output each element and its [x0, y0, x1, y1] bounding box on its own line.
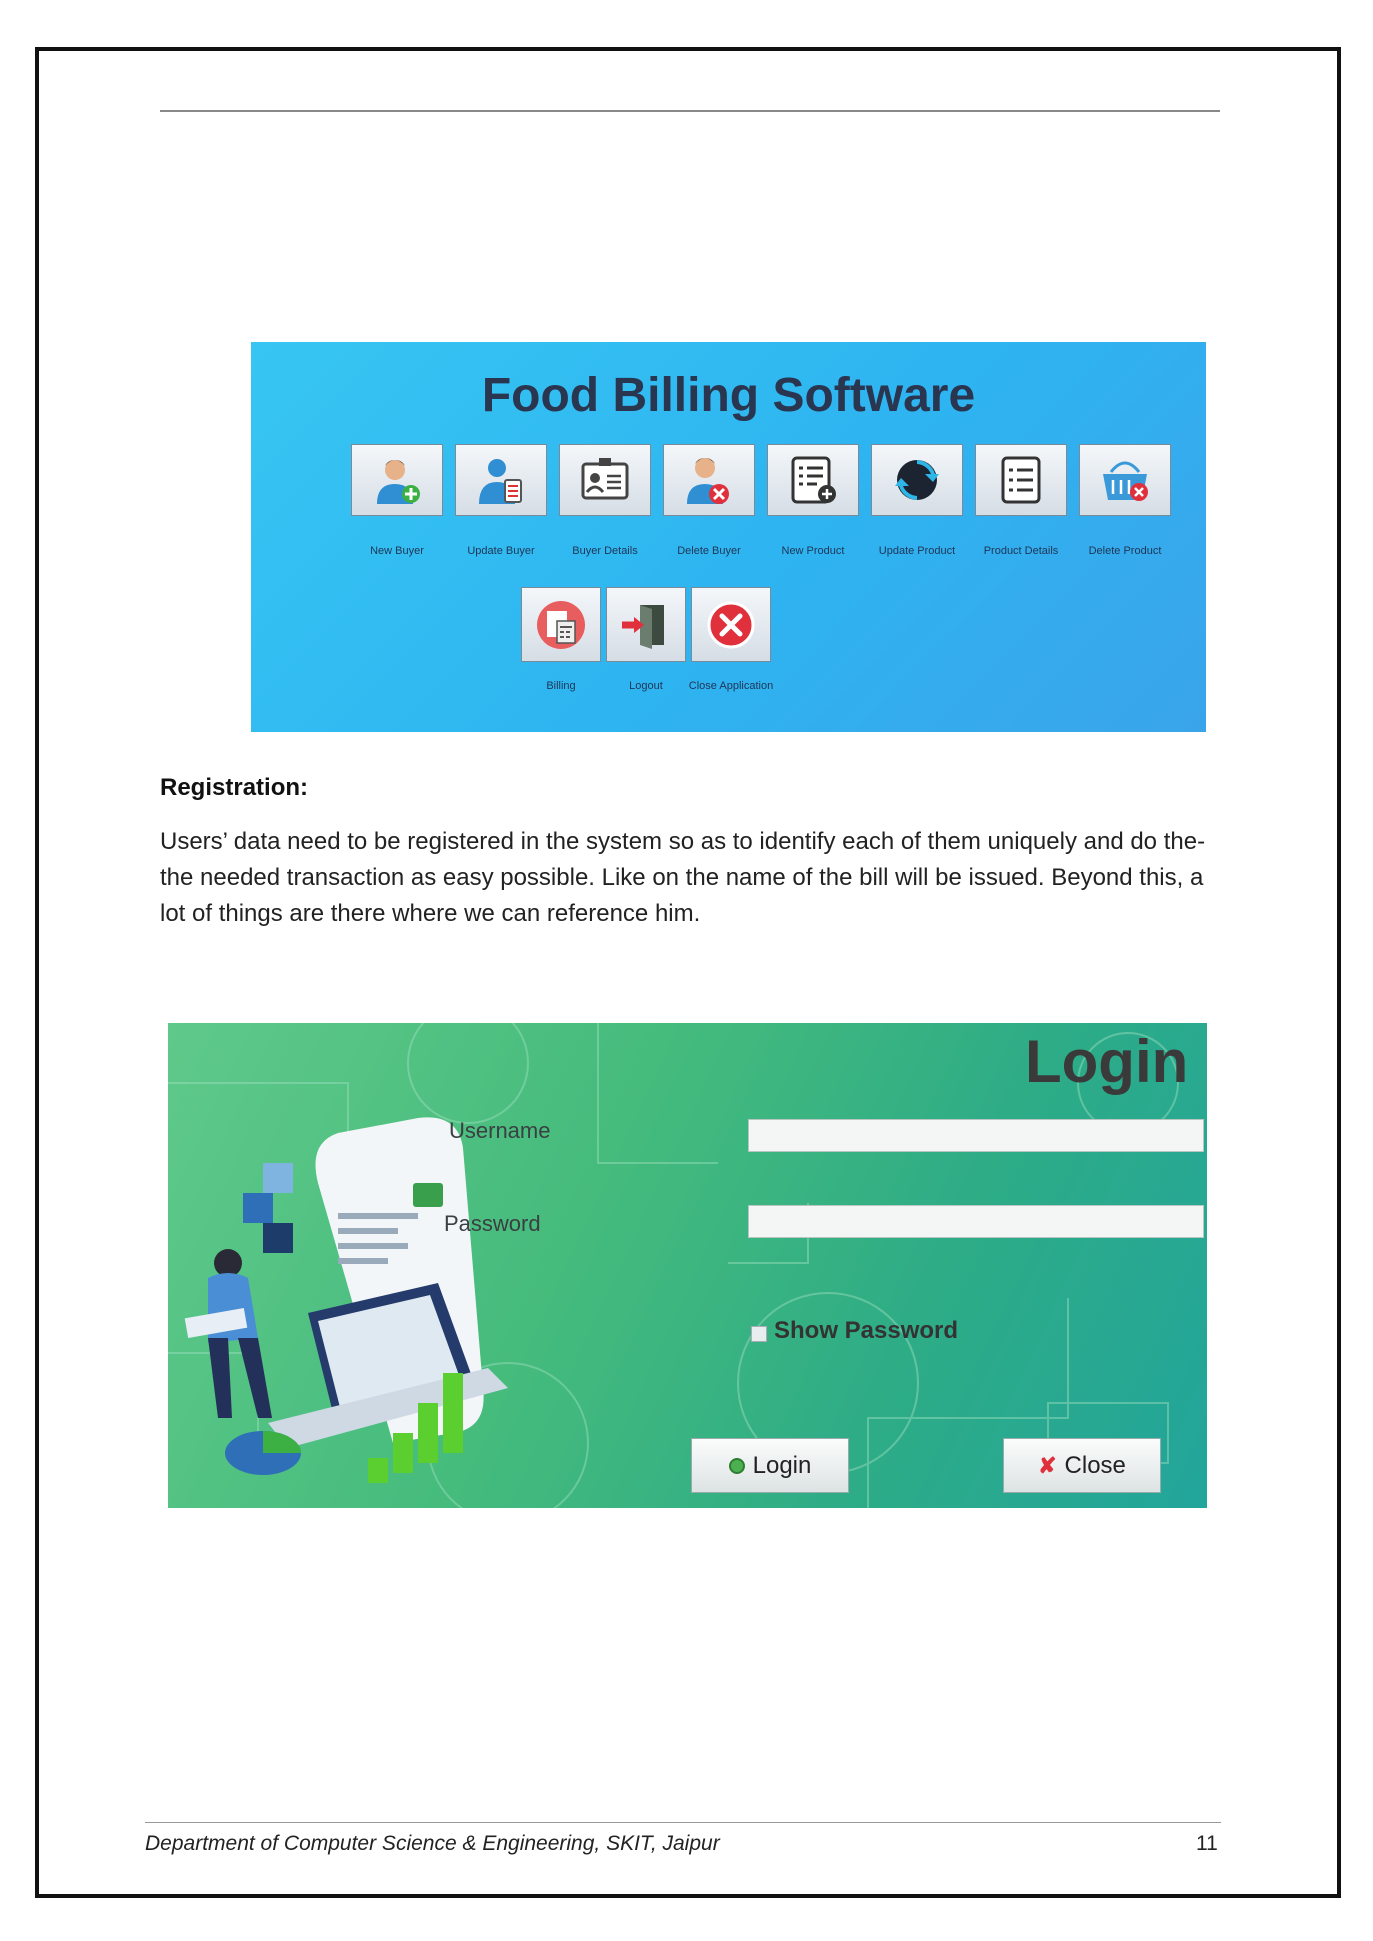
product-details-label: Product Details: [983, 545, 1059, 557]
update-buyer-label: Update Buyer: [467, 545, 535, 557]
show-password-checkbox[interactable]: [751, 1326, 767, 1342]
section-heading: Registration:: [160, 774, 309, 801]
header-rule: [160, 110, 1220, 112]
new-product-button[interactable]: [767, 444, 859, 516]
new-buyer-button[interactable]: [351, 444, 443, 516]
edit-user-icon: [479, 459, 522, 504]
login-button-label: Login: [752, 1451, 812, 1479]
close-application-button[interactable]: [691, 587, 771, 662]
close-circle-icon: [707, 601, 755, 648]
footer-rule: [145, 1822, 1221, 1823]
calculator-icon: [537, 600, 585, 649]
logout-door-icon: [622, 604, 664, 649]
close-button[interactable]: ✘ Close: [1003, 1438, 1161, 1493]
footer-text: Department of Computer Science & Enginee…: [145, 1832, 720, 1855]
close-application-label: Close Application: [688, 680, 774, 692]
username-field[interactable]: [748, 1119, 1204, 1152]
buyer-details-button[interactable]: [559, 444, 651, 516]
remove-user-icon: [687, 458, 729, 504]
list-icon: [1001, 456, 1041, 504]
delete-buyer-label: Delete Buyer: [677, 545, 741, 557]
billing-button[interactable]: [521, 587, 601, 662]
update-buyer-button[interactable]: [455, 444, 547, 516]
add-list-icon: [791, 456, 836, 504]
food-billing-screenshot: Food Billing Software New Buyer Update B…: [251, 342, 1206, 732]
delete-buyer-button[interactable]: [663, 444, 755, 516]
update-product-label: Update Product: [878, 545, 956, 557]
product-details-button[interactable]: [975, 444, 1067, 516]
password-field[interactable]: [748, 1205, 1204, 1238]
section-paragraph: Users’ data need to be registered in the…: [160, 828, 1206, 927]
close-icon: ✘: [1038, 1452, 1057, 1478]
login-screenshot: Login Username Password Show Password Lo…: [168, 1023, 1207, 1508]
new-buyer-label: New Buyer: [370, 545, 424, 557]
close-button-label: Close: [1064, 1451, 1126, 1479]
sync-icon: [895, 460, 939, 500]
delete-product-label: Delete Product: [1088, 545, 1162, 557]
delete-basket-icon: [1103, 461, 1148, 501]
password-label: Password: [444, 1211, 541, 1236]
id-card-icon: [581, 458, 629, 500]
update-product-button[interactable]: [871, 444, 963, 516]
page-border: [35, 47, 1341, 1898]
login-button[interactable]: Login: [691, 1438, 849, 1493]
login-icon: [728, 1457, 745, 1474]
show-password-label: Show Password: [774, 1317, 959, 1344]
new-product-label: New Product: [781, 545, 845, 557]
login-title: Login: [1025, 1028, 1189, 1095]
add-user-icon: [377, 460, 420, 504]
logout-button[interactable]: [606, 587, 686, 662]
delete-product-button[interactable]: [1079, 444, 1171, 516]
page-number: 11: [1196, 1832, 1218, 1855]
app-title: Food Billing Software: [481, 369, 976, 422]
buyer-details-label: Buyer Details: [572, 545, 638, 557]
username-label: Username: [449, 1118, 551, 1143]
